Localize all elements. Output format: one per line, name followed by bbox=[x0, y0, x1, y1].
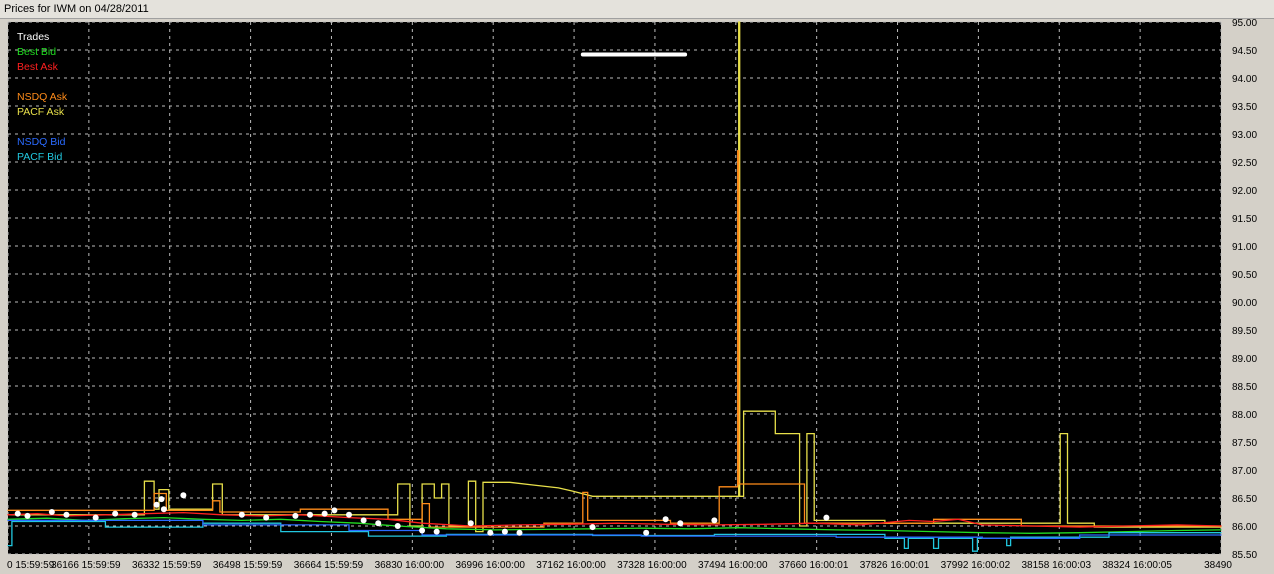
trade-point-32 bbox=[823, 514, 830, 521]
x-tick-label: 36166 15:59:59 bbox=[51, 560, 121, 571]
y-tick-label: 87.00 bbox=[1232, 466, 1257, 477]
y-tick-label: 91.00 bbox=[1232, 242, 1257, 253]
x-tick-label: 37826 16:00:01 bbox=[860, 560, 930, 571]
x-tick-label: 36332 15:59:59 bbox=[132, 560, 202, 571]
chart-window: Prices for IWM on 04/28/2011 Trades Best … bbox=[0, 0, 1274, 574]
x-tick-label: 37328 16:00:00 bbox=[617, 560, 687, 571]
y-tick-label: 86.50 bbox=[1232, 494, 1257, 505]
y-tick-label: 90.00 bbox=[1232, 298, 1257, 309]
trade-point-15 bbox=[321, 510, 328, 517]
plot-area bbox=[8, 22, 1221, 554]
trade-point-28 bbox=[643, 529, 650, 536]
trade-point-16 bbox=[331, 507, 338, 514]
trade-point-19 bbox=[375, 520, 382, 527]
trade-point-26 bbox=[516, 529, 523, 536]
trade-point-20 bbox=[394, 523, 401, 529]
trade-point-7 bbox=[153, 501, 160, 508]
trade-point-23 bbox=[467, 520, 474, 527]
trade-point-27 bbox=[589, 524, 596, 531]
x-tick-label: 37992 16:00:02 bbox=[941, 560, 1011, 571]
legend-item-nsdq-bid: NSDQ Bid bbox=[17, 136, 66, 148]
x-tick-label: 36830 16:00:00 bbox=[375, 560, 445, 571]
y-tick-label: 91.50 bbox=[1232, 214, 1257, 225]
trade-point-1 bbox=[24, 512, 31, 519]
y-tick-label: 90.50 bbox=[1232, 270, 1257, 281]
y-tick-label: 87.50 bbox=[1232, 438, 1257, 449]
trade-point-14 bbox=[307, 511, 314, 518]
trade-point-9 bbox=[160, 506, 167, 513]
trade-point-12 bbox=[263, 514, 270, 521]
trade-point-31 bbox=[711, 517, 718, 524]
trade-point-18 bbox=[360, 517, 367, 524]
trade-point-2 bbox=[48, 509, 55, 515]
y-tick-label: 94.50 bbox=[1232, 46, 1257, 57]
x-tick-label: 38490 bbox=[1204, 560, 1232, 571]
trade-point-24 bbox=[487, 529, 494, 536]
x-tick-label: 36498 15:59:59 bbox=[213, 560, 283, 571]
legend-item-pacf-ask: PACF Ask bbox=[17, 106, 65, 118]
x-tick-label: 37660 16:00:01 bbox=[779, 560, 849, 571]
trade-point-8 bbox=[158, 496, 165, 503]
y-tick-label: 94.00 bbox=[1232, 74, 1257, 85]
y-tick-label: 92.50 bbox=[1232, 158, 1257, 169]
trade-point-29 bbox=[662, 516, 669, 523]
y-tick-label: 86.00 bbox=[1232, 522, 1257, 533]
y-tick-label: 92.00 bbox=[1232, 186, 1257, 197]
legend-item-best-bid: Best Bid bbox=[17, 46, 56, 58]
trade-point-17 bbox=[346, 511, 353, 518]
legend-item-trades: Trades bbox=[17, 31, 49, 43]
price-chart[interactable]: Trades Best Bid Best Ask NSDQ Ask PACF Ask NS… bbox=[0, 0, 1274, 574]
trade-point-0 bbox=[14, 510, 21, 517]
y-tick-label: 89.50 bbox=[1232, 326, 1257, 337]
trade-point-25 bbox=[501, 528, 508, 535]
trade-point-13 bbox=[292, 512, 299, 519]
trade-point-10 bbox=[180, 492, 187, 499]
legend-item-pacf-bid: PACF Bid bbox=[17, 151, 62, 163]
y-axis: 85.50 86.00 86.50 87.00 87.50 88.00 88.50 89.00… bbox=[1232, 18, 1257, 561]
y-tick-label: 88.00 bbox=[1232, 410, 1257, 421]
trade-point-30 bbox=[677, 520, 684, 527]
trade-point-4 bbox=[92, 514, 99, 521]
y-tick-label: 89.00 bbox=[1232, 354, 1257, 365]
trade-point-5 bbox=[112, 510, 119, 517]
trade-point-21 bbox=[419, 527, 426, 534]
x-axis: 0 15:59:5936166 15:59:59 36332 15:59:59 36… bbox=[7, 560, 1232, 571]
legend-item-nsdq-ask: NSDQ Ask bbox=[17, 91, 68, 103]
trade-point-6 bbox=[131, 511, 138, 518]
y-tick-label: 95.00 bbox=[1232, 18, 1257, 29]
x-tick-label: 36996 16:00:00 bbox=[455, 560, 525, 571]
y-tick-label: 85.50 bbox=[1232, 550, 1257, 561]
trade-point-3 bbox=[63, 511, 70, 518]
x-tick-label: 0 15:59:59 bbox=[7, 560, 55, 571]
x-tick-label: 36664 15:59:59 bbox=[294, 560, 364, 571]
x-tick-label: 37494 16:00:00 bbox=[698, 560, 768, 571]
y-tick-label: 88.50 bbox=[1232, 382, 1257, 393]
trade-point-22 bbox=[433, 528, 440, 535]
legend-item-best-ask: Best Ask bbox=[17, 61, 59, 73]
y-tick-label: 93.50 bbox=[1232, 102, 1257, 113]
y-tick-label: 93.00 bbox=[1232, 130, 1257, 141]
x-tick-label: 37162 16:00:00 bbox=[536, 560, 606, 571]
trade-point-11 bbox=[238, 511, 245, 518]
x-tick-label: 38158 16:00:03 bbox=[1022, 560, 1092, 571]
x-tick-label: 38324 16:00:05 bbox=[1102, 560, 1172, 571]
